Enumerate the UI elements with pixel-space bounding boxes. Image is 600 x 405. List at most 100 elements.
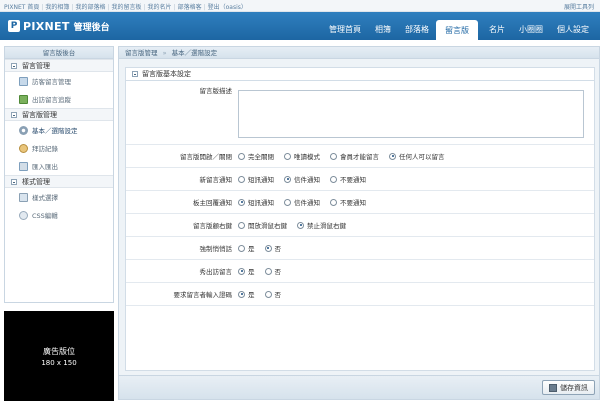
radio-option[interactable]: 是 [238,243,255,253]
nav-tab[interactable]: 留言版 [436,20,478,40]
nav-tab[interactable]: 部落格 [398,20,436,40]
radio-option[interactable]: 否 [264,243,281,253]
radio-label: 不要通知 [340,199,366,207]
setting-options: 是否 [238,283,594,305]
radio-button[interactable] [330,152,337,160]
setting-label: 板主回覆通知 [193,199,232,207]
import-export-icon [19,161,28,171]
radio-button[interactable] [238,198,245,206]
setting-row: 板主回覆通知 短訊通知 信件通知 不要通知 [126,191,594,214]
setting-row: 秀出訪留言是否 [126,260,594,283]
radio-button[interactable] [284,198,291,206]
expand-toolbar-link[interactable]: 展開工具列 [564,2,594,11]
radio-option[interactable]: 任何人可以留言 [389,151,445,161]
sidebar-item[interactable]: 出訪留言追蹤 [5,90,113,108]
grid-icon [19,192,28,202]
radio-label: 否 [274,268,282,276]
radio-button[interactable] [238,152,245,160]
main-nav: 管理首頁 相簿 部落格 留言版 名片 小圈圈 個人設定 [322,20,596,40]
save-icon [549,383,557,392]
top-link[interactable]: 我的留言板 [111,4,141,11]
radio-button[interactable] [264,290,272,298]
radio-option[interactable]: 是 [238,266,255,276]
top-link[interactable]: 我的部落格 [75,4,105,11]
radio-button[interactable] [330,175,337,183]
nav-tab[interactable]: 相簿 [368,20,398,40]
description-value-cell [238,81,594,144]
sidebar-group-header[interactable]: 樣式管理 [5,175,113,188]
nav-tab[interactable]: 個人設定 [550,20,596,40]
radio-option[interactable]: 信件通知 [284,197,320,207]
setting-options: 短訊通知 信件通知 不要通知 [238,191,594,213]
document-icon [19,76,28,86]
sidebar-item[interactable]: 基本／選階設定 [5,121,113,139]
radio-button[interactable] [238,290,245,298]
radio-option[interactable]: 否 [264,266,282,276]
sidebar-group-label: 留言管理 [22,61,50,70]
breadcrumb-root[interactable]: 留言版管理 [125,49,158,57]
sidebar-group-label: 樣式管理 [22,177,50,186]
pixnet-logo-icon: P [8,20,20,32]
sidebar-item[interactable]: 訪客留言管理 [5,72,113,90]
nav-tab[interactable]: 小圈圈 [512,20,550,40]
sidebar-item[interactable]: 拜訪紀錄 [5,139,113,157]
radio-option[interactable]: 否 [264,289,282,299]
settings-panel: 留言版基本設定 留言版描述 留言版開啟／關閉 完全關閉 唯讀模式 會員才能留言 任何人可… [125,67,595,371]
breadcrumb: 留言版管理 » 基本／選階設定 [119,47,599,59]
radio-label: 否 [274,291,282,299]
radio-option[interactable]: 信件通知 [284,174,320,184]
save-button[interactable]: 儲存資訊 [542,380,595,395]
top-link[interactable]: 部落格客 [178,4,202,11]
radio-option[interactable]: 不要通知 [330,174,366,184]
sidebar-group-header[interactable]: 留言版管理 [5,108,113,121]
radio-option[interactable]: 完全關閉 [238,151,274,161]
radio-option[interactable]: 禁止滑鼠右鍵 [297,220,346,230]
top-link[interactable]: 我的相簿 [45,4,69,11]
radio-option[interactable]: 短訊通知 [238,197,274,207]
radio-button[interactable] [284,175,291,183]
radio-button[interactable] [238,221,245,229]
radio-label: 短訊通知 [248,176,274,184]
footer-bar: 儲存資訊 [119,375,599,399]
radio-option[interactable]: 是 [238,289,255,299]
top-link-separator: | [203,4,206,11]
sidebar-group-header[interactable]: 留言管理 [5,59,113,72]
logo[interactable]: P PIXNET 管理後台 [8,19,110,33]
save-button-label: 儲存資訊 [560,383,588,392]
top-link-separator: | [71,4,74,11]
sidebar-groups: 留言管理訪客留言管理 出訪留言追蹤留言版管理基本／選階設定拜訪紀錄匯入匯出樣式管理… [5,59,113,224]
ad-title: 廣告版位 [43,346,75,356]
radio-option[interactable]: 唯讀模式 [284,151,320,161]
panel-title[interactable]: 留言版基本設定 [126,68,594,81]
radio-option[interactable]: 會員才能留言 [330,151,379,161]
radio-option[interactable]: 短訊通知 [238,174,274,184]
radio-button[interactable] [238,267,245,275]
setting-row: 新留言通知 短訊通知 信件通知 不要通知 [126,168,594,191]
top-link[interactable]: 我的名片 [148,4,172,11]
radio-button[interactable] [389,152,396,160]
setting-options: 短訊通知 信件通知 不要通知 [238,168,594,190]
breadcrumb-separator: » [162,49,167,57]
sidebar-item-label: 拜訪紀錄 [32,145,58,153]
radio-button[interactable] [238,175,245,183]
nav-tab[interactable]: 名片 [482,20,512,40]
radio-button[interactable] [297,221,304,229]
top-link[interactable]: 登出（oasis） [208,4,247,11]
radio-button[interactable] [284,152,291,160]
radio-button[interactable] [264,244,272,252]
nav-tab[interactable]: 管理首頁 [322,20,368,40]
setting-row: 強制悄悄話是否 [126,237,594,260]
radio-button[interactable] [264,267,272,275]
radio-option[interactable]: 開放滑鼠右鍵 [238,220,287,230]
radio-option[interactable]: 不要通知 [330,197,366,207]
radio-button[interactable] [238,244,245,252]
description-textarea[interactable] [238,89,584,138]
sidebar-group-label: 留言版管理 [22,110,57,119]
sidebar-item[interactable]: 樣式選擇 [5,188,113,206]
setting-options: 是否 [238,237,594,259]
sidebar-item[interactable]: CSS編輯 [5,206,113,224]
top-link[interactable]: PIXNET 首頁 [4,4,39,11]
ad-slot[interactable]: 廣告版位 180 x 150 [4,311,114,401]
radio-button[interactable] [330,198,337,206]
sidebar-item[interactable]: 匯入匯出 [5,157,113,175]
